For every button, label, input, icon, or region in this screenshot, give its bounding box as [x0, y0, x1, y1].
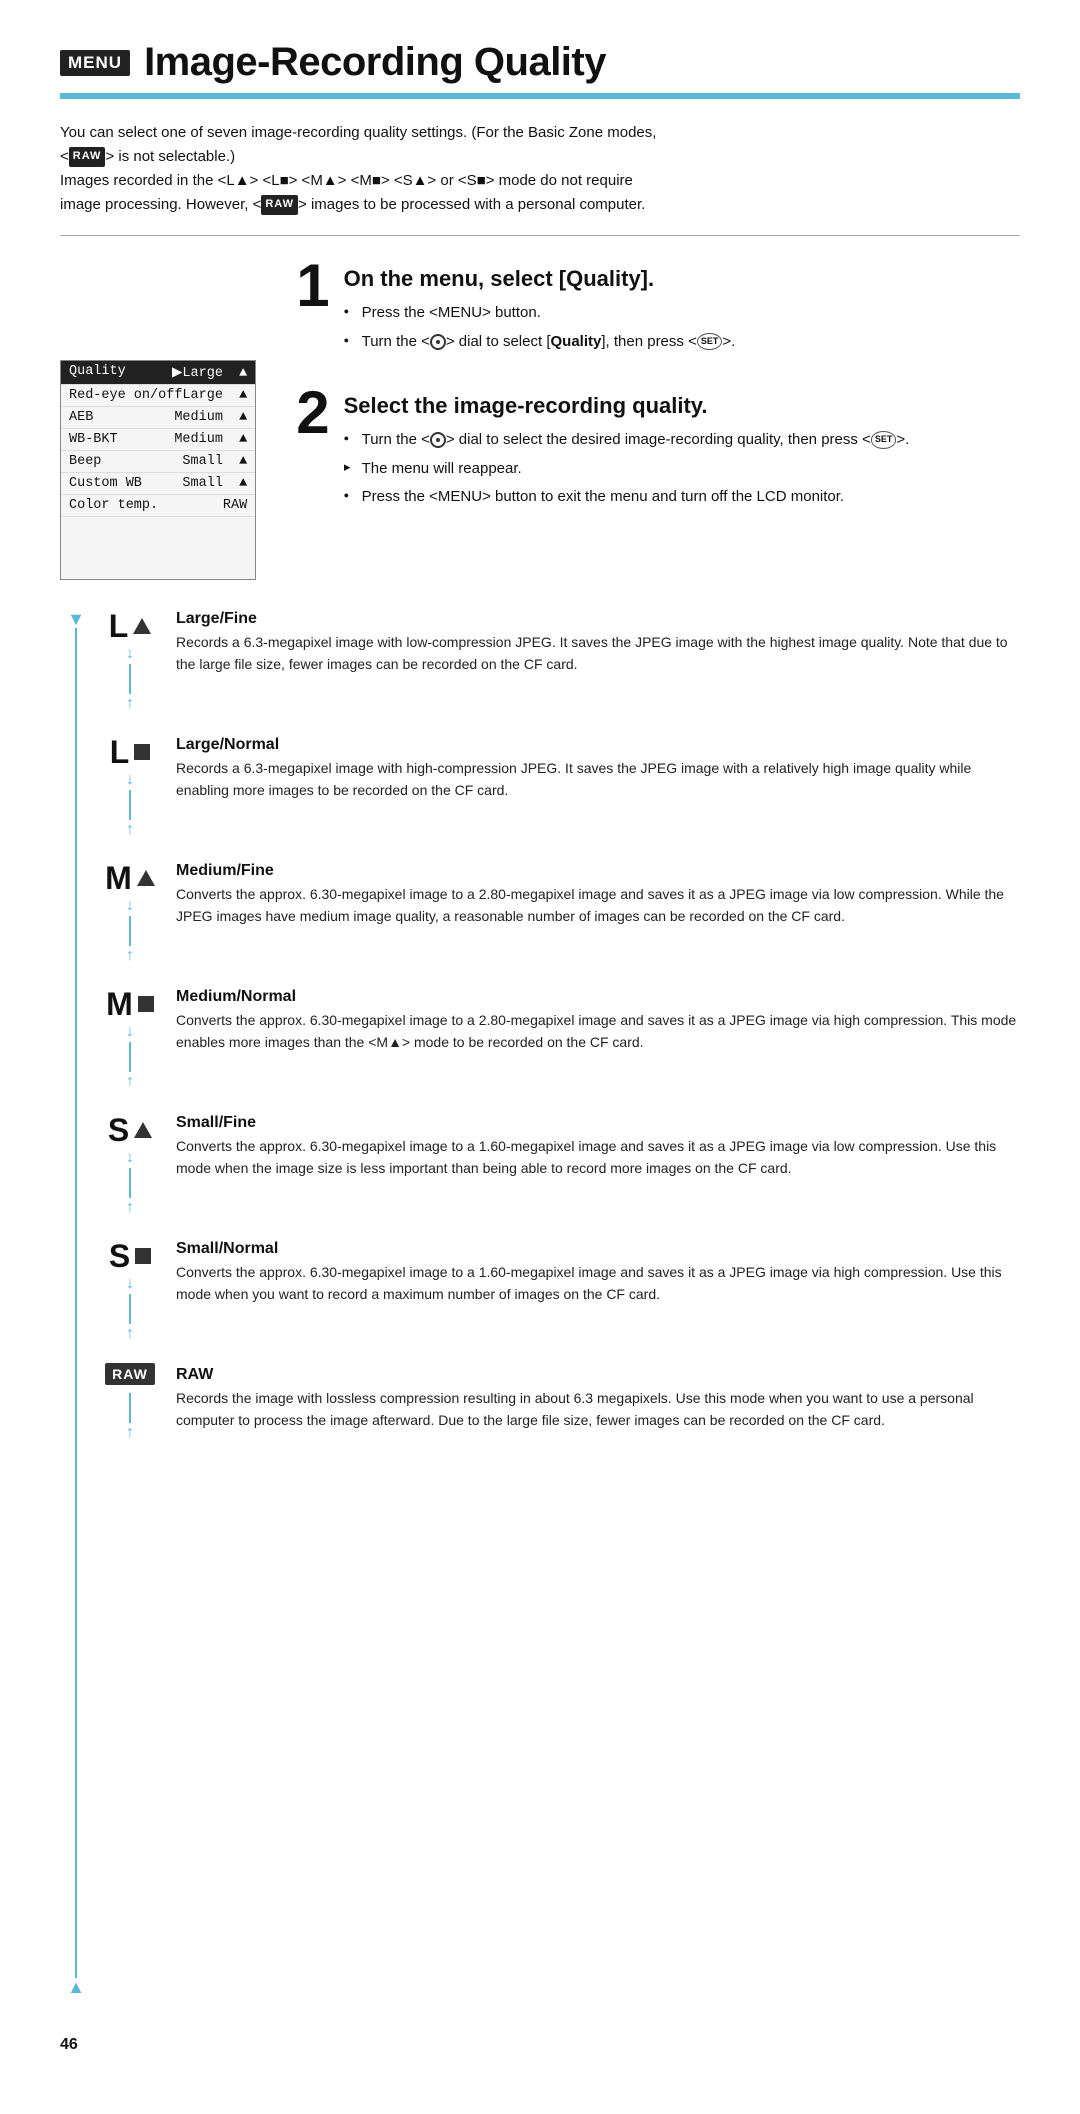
quality-item-small-fine: S ↓ ↑ Small/Fine Converts the approx. 6.… [100, 1114, 1020, 1216]
quality-text-small-normal: Small/Normal Converts the approx. 6.30-m… [176, 1240, 1020, 1305]
intro-line4: image processing. However, <RAW> images … [60, 193, 1020, 217]
bottom-arrow-up: ▲ [67, 1978, 85, 1996]
wedge-icon-lf [133, 618, 151, 634]
square-icon-ln [134, 744, 150, 760]
raw-badge-1: RAW [69, 147, 106, 167]
top-arrow-down: ▼ [67, 610, 85, 628]
quality-desc-raw: Records the image with lossless compress… [176, 1388, 1020, 1431]
menu-row-redeye: Red-eye on/off Large ▲ [61, 385, 255, 407]
quality-name-medium-fine: Medium/Fine [176, 862, 1020, 880]
step-2-arrow-1: The menu will reappear. [344, 458, 1020, 481]
quality-symbol-small-fine: S ↓ ↑ [100, 1114, 160, 1216]
step-1-number: 1 [296, 256, 329, 316]
quality-symbol-medium-fine: M ↓ ↑ [100, 862, 160, 964]
quality-text-raw: RAW Records the image with lossless comp… [176, 1366, 1020, 1431]
step-1-block: 1 On the menu, select [Quality]. Press t… [296, 260, 1020, 359]
menu-screenshot: Quality ▶Large ▲ Red-eye on/off Large ▲ … [60, 360, 256, 580]
quality-item-large-normal: L ↓ ↑ Large/Normal Records a 6.3-megapix… [100, 736, 1020, 838]
quality-item-small-normal: S ↓ ↑ Small/Normal Converts the approx. … [100, 1240, 1020, 1342]
step-2-number: 2 [296, 383, 329, 443]
quality-item-large-fine: L ↓ ↑ Large/Fine Records a 6.3-megapixel… [100, 610, 1020, 712]
quality-item-medium-normal: M ↓ ↑ Medium/Normal Converts the approx.… [100, 988, 1020, 1090]
step-1-heading: On the menu, select [Quality]. [344, 266, 1020, 292]
quality-name-small-fine: Small/Fine [176, 1114, 1020, 1132]
quality-name-large-normal: Large/Normal [176, 736, 1020, 754]
set-badge-1: SET [697, 333, 723, 351]
menu-row-aeb: AEB Medium ▲ [61, 407, 255, 429]
quality-symbol-small-normal: S ↓ ↑ [100, 1240, 160, 1342]
step-1-content: On the menu, select [Quality]. Press the… [344, 260, 1020, 359]
intro-text: You can select one of seven image-record… [60, 121, 1020, 217]
step-1-bullet-2: Turn the <> dial to select [Quality], th… [344, 331, 1020, 354]
quality-desc-medium-fine: Converts the approx. 6.30-megapixel imag… [176, 884, 1020, 927]
intro-line1: You can select one of seven image-record… [60, 121, 1020, 145]
page-title: Image-Recording Quality [144, 40, 606, 85]
dial-icon-2 [430, 432, 446, 448]
quality-symbol-large-fine: L ↓ ↑ [100, 610, 160, 712]
quality-section: ▼ ▲ L ↓ ↑ Large/Fine Records a 6.3-megap… [60, 610, 1020, 1996]
step-2-block: 2 Select the image-recording quality. Tu… [296, 387, 1020, 515]
title-bar: MENU Image-Recording Quality [60, 40, 1020, 99]
quality-text-medium-normal: Medium/Normal Converts the approx. 6.30-… [176, 988, 1020, 1053]
wedge-icon-sf [134, 1122, 152, 1138]
quality-desc-small-normal: Converts the approx. 6.30-megapixel imag… [176, 1262, 1020, 1305]
section-divider [60, 235, 1020, 236]
quality-name-large-fine: Large/Fine [176, 610, 1020, 628]
menu-badge: MENU [60, 50, 130, 76]
quality-desc-large-normal: Records a 6.3-megapixel image with high-… [176, 758, 1020, 801]
menu-row-customwb: Custom WB Small ▲ [61, 473, 255, 495]
menu-row-colortemp: Color temp. RAW [61, 495, 255, 517]
quality-name-small-normal: Small/Normal [176, 1240, 1020, 1258]
step-2-content: Select the image-recording quality. Turn… [344, 387, 1020, 515]
quality-arrows-col: ▼ ▲ [60, 610, 92, 1996]
quality-text-medium-fine: Medium/Fine Converts the approx. 6.30-me… [176, 862, 1020, 927]
steps-container: Quality ▶Large ▲ Red-eye on/off Large ▲ … [60, 260, 1020, 580]
step-2-bullet-2: Press the <MENU> button to exit the menu… [344, 486, 1020, 509]
wedge-icon-mf [137, 870, 155, 886]
raw-badge-2: RAW [261, 195, 298, 215]
square-icon-sn [135, 1248, 151, 1264]
menu-row-wbbkt: WB-BKT Medium ▲ [61, 429, 255, 451]
set-badge-2: SET [871, 431, 897, 449]
quality-item-medium-fine: M ↓ ↑ Medium/Fine Converts the approx. 6… [100, 862, 1020, 964]
quality-name-raw: RAW [176, 1366, 1020, 1384]
step-2-bullets: Turn the <> dial to select the desired i… [344, 429, 1020, 509]
page-number: 46 [60, 2036, 1020, 2054]
quality-name-medium-normal: Medium/Normal [176, 988, 1020, 1006]
steps-right: 1 On the menu, select [Quality]. Press t… [296, 260, 1020, 543]
quality-items-container: L ↓ ↑ Large/Fine Records a 6.3-megapixel… [100, 610, 1020, 1996]
step-1-bullets: Press the <MENU> button. Turn the <> dia… [344, 302, 1020, 353]
raw-badge-symbol: RAW [105, 1363, 155, 1385]
step-2-bullet-1: Turn the <> dial to select the desired i… [344, 429, 1020, 452]
quality-text-small-fine: Small/Fine Converts the approx. 6.30-meg… [176, 1114, 1020, 1179]
step-1-bullet-1: Press the <MENU> button. [344, 302, 1020, 325]
step-2-heading: Select the image-recording quality. [344, 393, 1020, 419]
quality-item-raw: RAW ↑ RAW Records the image with lossles… [100, 1366, 1020, 1441]
menu-row-quality: Quality ▶Large ▲ [61, 361, 255, 385]
quality-desc-medium-normal: Converts the approx. 6.30-megapixel imag… [176, 1010, 1020, 1053]
intro-line3: Images recorded in the <L▲> <L■> <M▲> <M… [60, 169, 1020, 193]
quality-symbol-large-normal: L ↓ ↑ [100, 736, 160, 838]
quality-symbol-medium-normal: M ↓ ↑ [100, 988, 160, 1090]
square-icon-mn [138, 996, 154, 1012]
quality-symbol-raw: RAW ↑ [100, 1366, 160, 1441]
left-column: Quality ▶Large ▲ Red-eye on/off Large ▲ … [60, 260, 256, 580]
quality-desc-large-fine: Records a 6.3-megapixel image with low-c… [176, 632, 1020, 675]
dial-icon-1 [430, 334, 446, 350]
quality-text-large-normal: Large/Normal Records a 6.3-megapixel ima… [176, 736, 1020, 801]
vertical-line [75, 628, 77, 1978]
quality-text-large-fine: Large/Fine Records a 6.3-megapixel image… [176, 610, 1020, 675]
intro-line2: <RAW> is not selectable.) [60, 145, 1020, 169]
quality-desc-small-fine: Converts the approx. 6.30-megapixel imag… [176, 1136, 1020, 1179]
menu-row-beep: Beep Small ▲ [61, 451, 255, 473]
